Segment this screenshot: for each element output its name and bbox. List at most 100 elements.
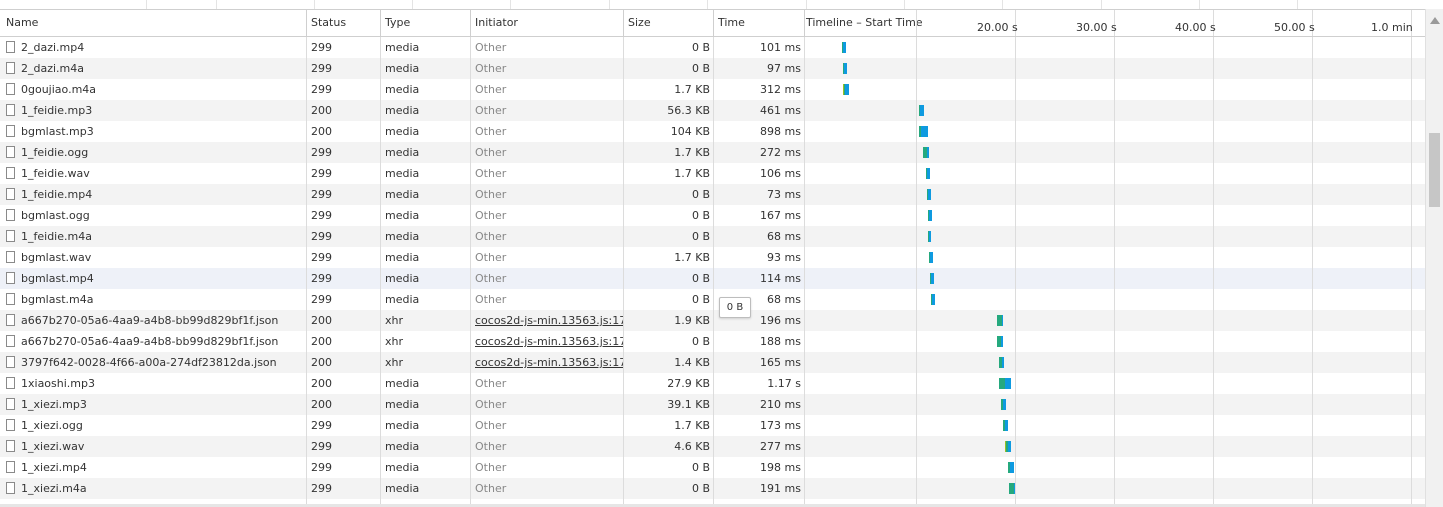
timeline-bar[interactable] bbox=[1005, 441, 1011, 452]
timeline-bar-queued bbox=[843, 84, 844, 95]
timeline-bar-download bbox=[927, 168, 930, 179]
request-name[interactable]: 1_xiezi.mp3 bbox=[6, 394, 302, 415]
column-header-time[interactable]: Time bbox=[712, 10, 803, 36]
overview-tick bbox=[510, 0, 511, 9]
timeline-bar-download bbox=[1002, 315, 1003, 326]
timeline-bar[interactable] bbox=[923, 147, 929, 158]
column-header-timeline[interactable]: Timeline – Start Time bbox=[800, 10, 923, 36]
timeline-gridline bbox=[1015, 37, 1016, 507]
request-name[interactable]: 1_feidie.ogg bbox=[6, 142, 302, 163]
timeline-bar[interactable] bbox=[997, 336, 1003, 347]
timeline-bar-download bbox=[1008, 441, 1011, 452]
timeline-bar-download bbox=[1005, 378, 1011, 389]
request-name[interactable]: 2_dazi.mp4 bbox=[6, 37, 302, 58]
request-name[interactable]: bgmlast.wav bbox=[6, 247, 302, 268]
request-name[interactable]: 1xiaoshi.mp3 bbox=[6, 373, 302, 394]
request-status: 200 bbox=[311, 356, 332, 369]
request-time: 73 ms bbox=[767, 188, 801, 201]
request-name[interactable]: 1_xiezi.ogg bbox=[6, 415, 302, 436]
timeline-bar-download bbox=[1001, 336, 1003, 347]
request-initiator[interactable]: cocos2d-js-min.13563.js:17 bbox=[475, 310, 623, 331]
timeline-bar[interactable] bbox=[929, 252, 933, 263]
request-name[interactable]: 1_xiezi.m4a bbox=[6, 478, 302, 499]
timeline-bar[interactable] bbox=[843, 84, 849, 95]
request-name[interactable]: 1_feidie.m4a bbox=[6, 226, 302, 247]
request-name[interactable]: 3797f642-0028-4f66-a00a-274df23812da.jso… bbox=[6, 352, 302, 373]
request-name[interactable]: 1_xiezi.wav bbox=[6, 436, 302, 457]
timeline-bar-download bbox=[929, 210, 932, 221]
timeline-bar[interactable] bbox=[843, 63, 847, 74]
timeline-bar[interactable] bbox=[927, 189, 931, 200]
request-name[interactable]: 1_feidie.wav bbox=[6, 163, 302, 184]
request-name[interactable]: 1_feidie.mp4 bbox=[6, 184, 302, 205]
request-size: 1.7 KB bbox=[674, 167, 710, 180]
request-size: 0 B bbox=[691, 272, 710, 285]
request-name-label: 1_feidie.mp4 bbox=[21, 188, 93, 201]
request-status: 200 bbox=[311, 104, 332, 117]
request-type: media bbox=[385, 188, 420, 201]
file-icon bbox=[6, 335, 15, 347]
scrollbar-thumb[interactable] bbox=[1429, 133, 1440, 207]
request-initiator[interactable]: cocos2d-js-min.13563.js:17 bbox=[475, 331, 623, 352]
timeline-tick-label: 30.00 s bbox=[1076, 21, 1117, 34]
request-name[interactable]: a667b270-05a6-4aa9-a4b8-bb99d829bf1f.jso… bbox=[6, 310, 302, 331]
vertical-scrollbar[interactable] bbox=[1425, 9, 1443, 507]
request-name[interactable]: bgmlast.ogg bbox=[6, 205, 302, 226]
request-status: 299 bbox=[311, 62, 332, 75]
column-header-initiator[interactable]: Initiator bbox=[469, 10, 623, 36]
request-name[interactable]: 2_dazi.m4a bbox=[6, 58, 302, 79]
column-header-size[interactable]: Size bbox=[622, 10, 713, 36]
request-size: 27.9 KB bbox=[667, 377, 710, 390]
request-status: 299 bbox=[311, 230, 332, 243]
request-name[interactable]: a667b270-05a6-4aa9-a4b8-bb99d829bf1f.jso… bbox=[6, 331, 302, 352]
timeline-bar-download bbox=[929, 231, 931, 242]
timeline-bar[interactable] bbox=[919, 126, 928, 137]
timeline-bar[interactable] bbox=[1001, 399, 1006, 410]
scroll-up-arrow-icon[interactable] bbox=[1430, 17, 1440, 24]
request-status: 200 bbox=[311, 335, 332, 348]
timeline-bar[interactable] bbox=[919, 105, 924, 116]
overview-tick bbox=[904, 0, 905, 9]
timeline-bar[interactable] bbox=[999, 357, 1004, 368]
request-time: 173 ms bbox=[760, 419, 801, 432]
overview-tick bbox=[216, 0, 217, 9]
timeline-bar[interactable] bbox=[1008, 462, 1014, 473]
request-time: 97 ms bbox=[767, 62, 801, 75]
request-name-label: 2_dazi.mp4 bbox=[21, 41, 85, 54]
request-name-label: 1_feidie.ogg bbox=[21, 146, 89, 159]
timeline-bar[interactable] bbox=[842, 42, 846, 53]
timeline-bar[interactable] bbox=[930, 273, 934, 284]
timeline-bar[interactable] bbox=[1003, 420, 1008, 431]
overview-tick bbox=[146, 0, 147, 9]
request-initiator: Other bbox=[475, 461, 507, 474]
request-status: 299 bbox=[311, 83, 332, 96]
column-header-status[interactable]: Status bbox=[305, 10, 381, 36]
timeline-bar[interactable] bbox=[997, 315, 1003, 326]
timeline-bar[interactable] bbox=[931, 294, 935, 305]
request-name[interactable]: 0goujiao.m4a bbox=[6, 79, 302, 100]
timeline-bar[interactable] bbox=[928, 210, 932, 221]
timeline-tick-label: 40.00 s bbox=[1175, 21, 1216, 34]
request-type: media bbox=[385, 398, 420, 411]
overview-tick bbox=[707, 0, 708, 9]
request-type: media bbox=[385, 41, 420, 54]
request-name[interactable]: bgmlast.mp4 bbox=[6, 268, 302, 289]
request-initiator[interactable]: cocos2d-js-min.13563.js:17 bbox=[475, 352, 623, 373]
column-header-type[interactable]: Type bbox=[379, 10, 470, 36]
request-name[interactable]: bgmlast.mp3 bbox=[6, 121, 302, 142]
column-header-name[interactable]: Name bbox=[0, 10, 306, 36]
request-name[interactable]: bgmlast.m4a bbox=[6, 289, 302, 310]
file-icon bbox=[6, 356, 15, 368]
request-type: media bbox=[385, 125, 420, 138]
request-status: 299 bbox=[311, 188, 332, 201]
timeline-bar[interactable] bbox=[999, 378, 1011, 389]
file-icon bbox=[6, 398, 15, 410]
request-name[interactable]: 1_feidie.mp3 bbox=[6, 100, 302, 121]
request-initiator: Other bbox=[475, 209, 507, 222]
timeline-bar-queued bbox=[1005, 441, 1006, 452]
timeline-bar[interactable] bbox=[928, 231, 931, 242]
request-name-label: bgmlast.ogg bbox=[21, 209, 90, 222]
timeline-bar[interactable] bbox=[926, 168, 930, 179]
file-icon bbox=[6, 62, 15, 74]
request-name[interactable]: 1_xiezi.mp4 bbox=[6, 457, 302, 478]
